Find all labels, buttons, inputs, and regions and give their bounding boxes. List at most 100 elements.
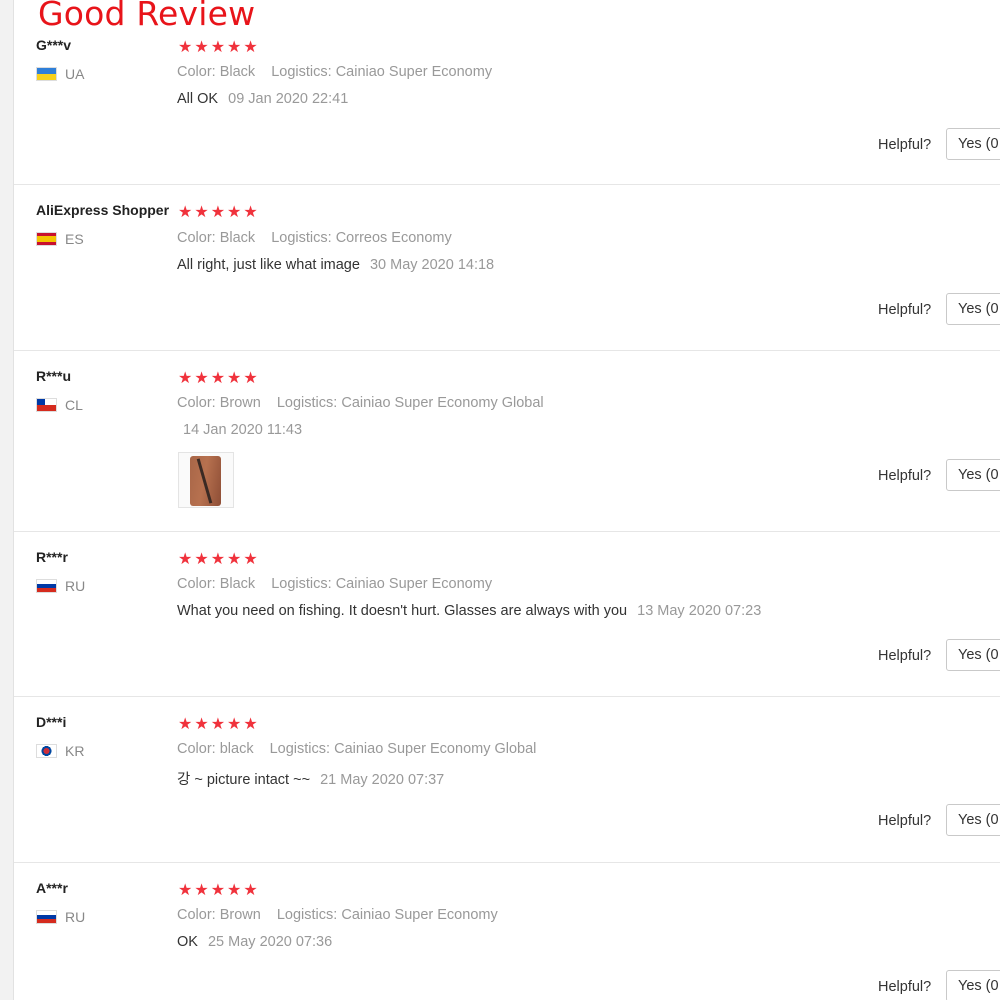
review-content: 강 ~ picture intact ~~ 21 May 2020 07:37 — [177, 768, 444, 789]
logistics-value: Correos Economy — [335, 230, 452, 246]
helpful-yes-button[interactable]: Yes (0 — [946, 293, 1000, 325]
color-label: Color: — [177, 741, 216, 757]
star-icon: ★ — [227, 368, 242, 387]
reviewer-name: AliExpress Shopper — [36, 202, 170, 218]
helpful-yes-button[interactable]: Yes (0 — [946, 128, 1000, 160]
logistics-label: Logistics: — [276, 395, 338, 411]
review-attributes: Color: Black Logistics: Correos Economy — [177, 230, 452, 246]
country-code: UA — [65, 66, 85, 82]
star-icon: ★ — [210, 202, 226, 221]
review-content: All right, just like what image 30 May 2… — [177, 257, 494, 273]
review-item: D***i KR ★ ★ ★ ★ ★ Color: black Logistics: C… — [14, 697, 1000, 863]
review-text: 강 ~ picture intact ~~ — [177, 772, 311, 788]
review-text: OK — [177, 934, 198, 950]
star-rating: ★ ★ ★ ★ ★ — [178, 203, 258, 221]
review-content: OK 25 May 2020 07:36 — [177, 934, 332, 950]
review-content: 14 Jan 2020 11:43 — [177, 422, 302, 438]
logistics-value: Cainiao Super Economy Global — [341, 395, 544, 411]
star-icon: ★ — [227, 714, 242, 733]
flag-es-icon — [36, 232, 57, 246]
star-rating: ★ ★ ★ ★ ★ — [178, 369, 258, 387]
star-icon: ★ — [243, 880, 258, 899]
star-icon: ★ — [178, 714, 193, 733]
color-value: Brown — [219, 395, 261, 411]
reviewer-country: KR — [36, 743, 84, 759]
color-value: Black — [219, 230, 256, 246]
helpful-yes-button[interactable]: Yes (0 — [946, 970, 1000, 1000]
review-date: 14 Jan 2020 11:43 — [183, 422, 303, 438]
star-icon: ★ — [243, 368, 258, 387]
star-icon: ★ — [194, 202, 209, 221]
star-icon: ★ — [210, 714, 226, 733]
star-rating: ★ ★ ★ ★ ★ — [178, 38, 258, 56]
logistics-label: Logistics: — [271, 64, 332, 80]
star-icon: ★ — [227, 549, 242, 568]
helpful-label: Helpful? — [878, 648, 932, 664]
review-item: A***r RU ★ ★ ★ ★ ★ Color: Brown Logistics: C… — [14, 863, 1000, 1000]
color-value: black — [219, 741, 254, 757]
helpful-label: Helpful? — [878, 979, 932, 995]
star-icon: ★ — [210, 880, 226, 899]
logistics-label: Logistics: — [269, 741, 331, 757]
color-label: Color: — [177, 64, 216, 80]
star-icon: ★ — [243, 714, 258, 733]
review-photo-thumbnail[interactable] — [178, 452, 234, 508]
logistics-value: Cainiao Super Economy — [341, 907, 498, 923]
flag-ua-icon — [36, 67, 57, 81]
country-code: RU — [65, 578, 86, 594]
reviewer-country: CL — [36, 397, 83, 413]
star-icon: ★ — [194, 368, 209, 387]
helpful-yes-button[interactable]: Yes (0 — [946, 459, 1000, 491]
reviewer-name: D***i — [36, 714, 67, 730]
review-content: All OK 09 Jan 2020 22:41 — [177, 91, 348, 107]
star-icon: ★ — [243, 37, 258, 56]
review-date: 13 May 2020 07:23 — [637, 603, 762, 619]
star-rating: ★ ★ ★ ★ ★ — [178, 715, 258, 733]
review-attributes: Color: black Logistics: Cainiao Super Ec… — [177, 741, 536, 757]
color-value: Black — [219, 576, 256, 592]
star-icon: ★ — [227, 202, 242, 221]
reviewer-name: R***u — [36, 368, 72, 384]
helpful-label: Helpful? — [878, 468, 932, 484]
color-value: Brown — [219, 907, 261, 923]
flag-kr-icon — [36, 744, 57, 758]
review-date: 21 May 2020 07:37 — [320, 772, 445, 788]
star-icon: ★ — [227, 37, 242, 56]
star-icon: ★ — [243, 549, 258, 568]
review-item: R***u CL ★ ★ ★ ★ ★ Color: Brown Logistics: C… — [14, 351, 1000, 532]
star-icon: ★ — [210, 368, 226, 387]
logistics-label: Logistics: — [276, 907, 338, 923]
helpful-yes-button[interactable]: Yes (0 — [946, 804, 1000, 836]
logistics-value: Cainiao Super Economy — [335, 576, 493, 592]
color-label: Color: — [177, 395, 216, 411]
country-code: RU — [65, 909, 86, 925]
star-icon: ★ — [178, 368, 193, 387]
star-icon: ★ — [194, 880, 209, 899]
color-label: Color: — [177, 576, 216, 592]
flag-ru-icon — [36, 579, 57, 593]
helpful-yes-button[interactable]: Yes (0 — [946, 639, 1000, 671]
star-icon: ★ — [178, 37, 193, 56]
star-icon: ★ — [178, 880, 193, 899]
reviewer-country: RU — [36, 578, 85, 594]
color-value: Black — [219, 64, 256, 80]
reviewer-country: RU — [36, 909, 85, 925]
country-code: ES — [65, 231, 84, 247]
flag-ru-icon — [36, 910, 57, 924]
review-text: What you need on fishing. It doesn't hur… — [177, 603, 628, 619]
reviewer-country: UA — [36, 66, 84, 82]
color-label: Color: — [177, 907, 216, 923]
star-icon: ★ — [178, 202, 193, 221]
logistics-value: Cainiao Super Economy Global — [334, 741, 537, 757]
review-date: 09 Jan 2020 22:41 — [228, 91, 349, 107]
review-item: R***r RU ★ ★ ★ ★ ★ Color: Black Logistics: C… — [14, 532, 1000, 697]
review-attributes: Color: Brown Logistics: Cainiao Super Ec… — [177, 395, 544, 411]
reviewer-name: R***r — [36, 549, 68, 565]
star-icon: ★ — [194, 549, 209, 568]
review-content: What you need on fishing. It doesn't hur… — [177, 603, 761, 619]
flag-cl-icon — [36, 398, 57, 412]
review-text: All OK — [177, 91, 219, 107]
star-rating: ★ ★ ★ ★ ★ — [178, 881, 258, 899]
star-icon: ★ — [243, 202, 258, 221]
star-rating: ★ ★ ★ ★ ★ — [178, 550, 258, 568]
